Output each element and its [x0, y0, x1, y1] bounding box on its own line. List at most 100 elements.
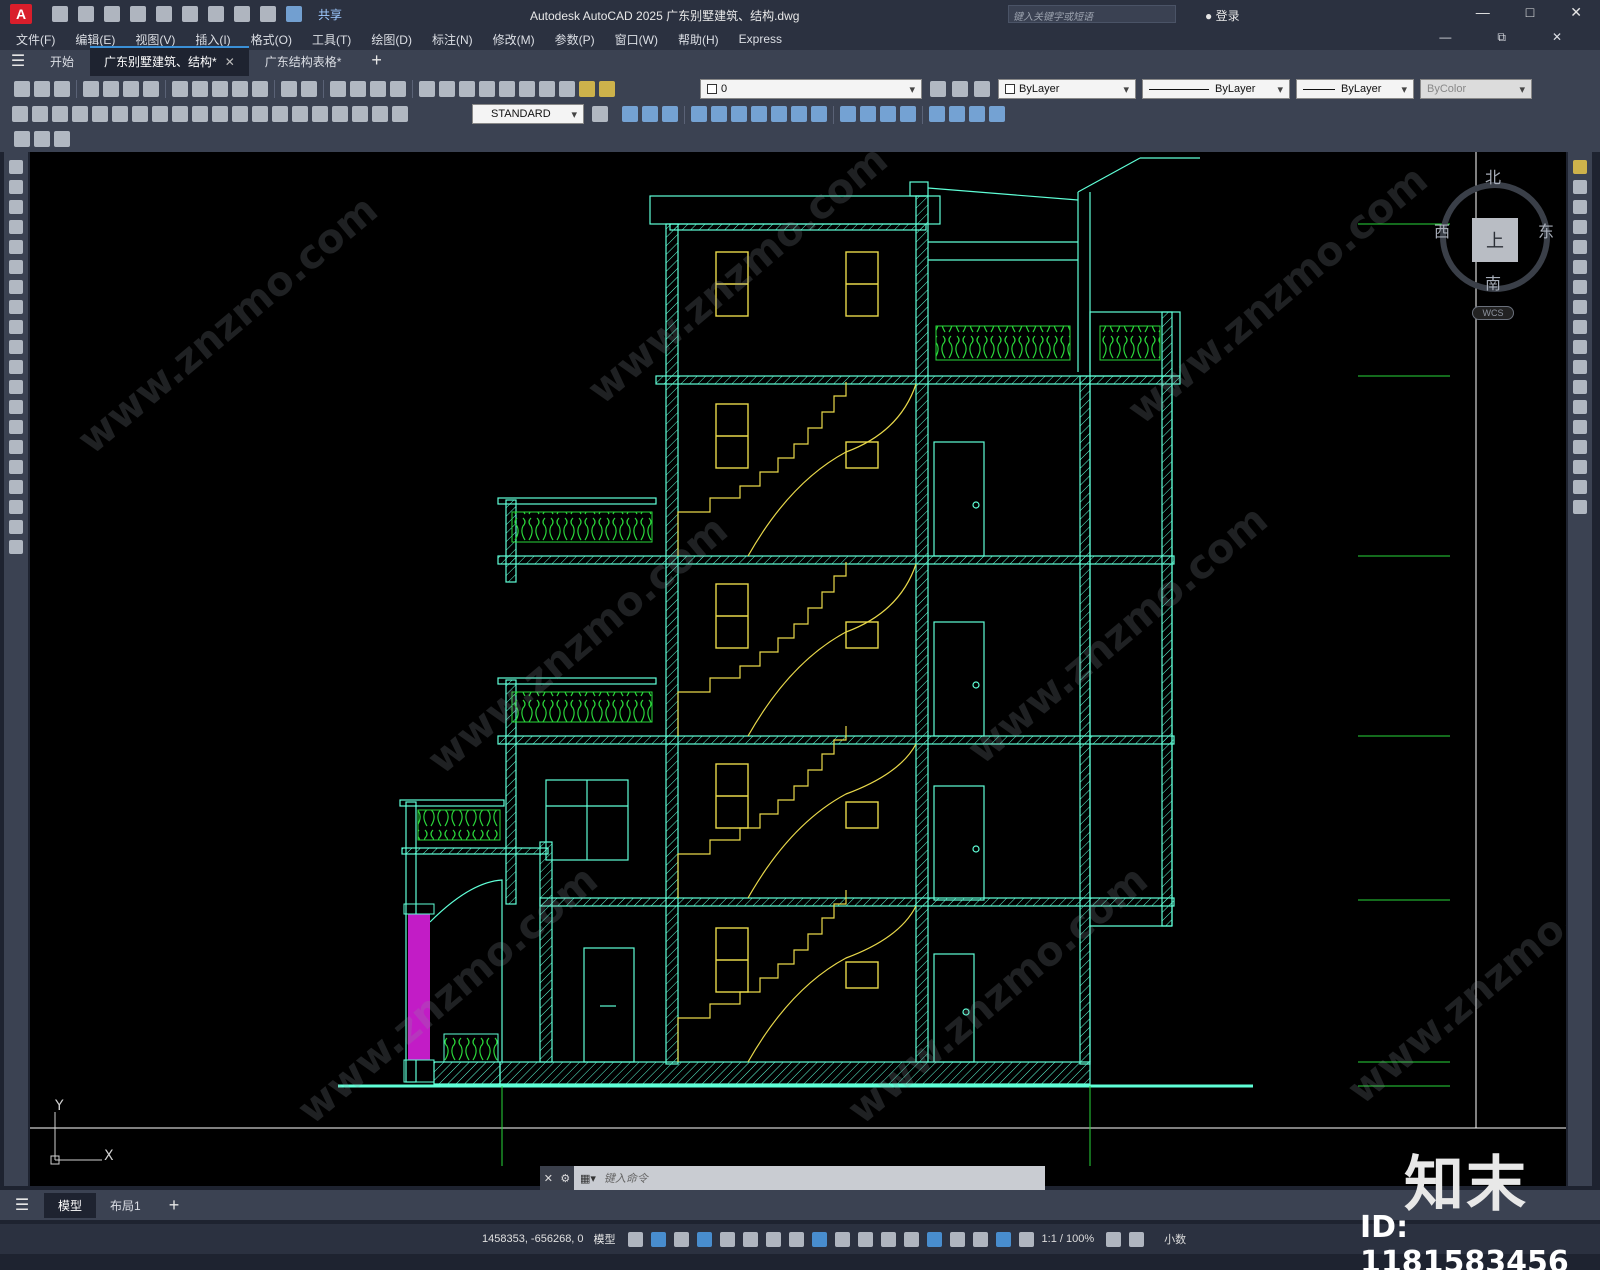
- rectangle-icon[interactable]: [9, 240, 23, 254]
- color-dropdown[interactable]: ByLayer ▾: [998, 79, 1136, 99]
- stretch-icon[interactable]: [791, 106, 807, 122]
- region-icon[interactable]: [9, 480, 23, 494]
- cut-icon[interactable]: [172, 81, 188, 97]
- move-icon[interactable]: [731, 106, 747, 122]
- copy-object-icon[interactable]: [642, 106, 658, 122]
- annotation-visibility-icon[interactable]: [995, 1231, 1011, 1247]
- offset-tool-icon[interactable]: [1573, 220, 1587, 234]
- join-tool-icon[interactable]: [1573, 420, 1587, 434]
- array-icon[interactable]: [711, 106, 727, 122]
- properties-icon[interactable]: [419, 81, 435, 97]
- fillet-icon[interactable]: [929, 106, 945, 122]
- plot-icon[interactable]: [208, 6, 224, 22]
- pan-icon[interactable]: [330, 81, 346, 97]
- arc-icon[interactable]: [9, 260, 23, 274]
- diameter-icon[interactable]: [132, 106, 148, 122]
- wcs-menu[interactable]: WCS: [1472, 306, 1514, 320]
- compass-east[interactable]: 东: [1538, 218, 1554, 242]
- erase-icon[interactable]: [622, 106, 638, 122]
- doc-close-icon[interactable]: ✕: [1552, 30, 1562, 45]
- open-file-icon[interactable]: [78, 6, 94, 22]
- close-command-icon[interactable]: ✕: [544, 1172, 553, 1185]
- arc-length-icon[interactable]: [52, 106, 68, 122]
- model-space-button[interactable]: 模型: [594, 1231, 616, 1247]
- new-tab-icon[interactable]: +: [357, 50, 396, 76]
- radius-icon[interactable]: [92, 106, 108, 122]
- share-icon[interactable]: [286, 6, 302, 22]
- design-center-icon[interactable]: [439, 81, 455, 97]
- point-icon[interactable]: [9, 420, 23, 434]
- chamfer-tool-icon[interactable]: [1573, 440, 1587, 454]
- snap-icon[interactable]: [650, 1231, 666, 1247]
- layer-on-icon[interactable]: [579, 81, 595, 97]
- calculator-icon[interactable]: [519, 81, 535, 97]
- menu-item-view[interactable]: 视图(V): [135, 31, 175, 48]
- menu-item-help[interactable]: 帮助(H): [678, 31, 719, 48]
- markup-icon[interactable]: [499, 81, 515, 97]
- login-button[interactable]: ● 登录: [1205, 7, 1240, 24]
- annotation-monitor-icon[interactable]: [1129, 1231, 1145, 1247]
- mirror-icon[interactable]: [662, 106, 678, 122]
- zoom-window-icon[interactable]: [370, 81, 386, 97]
- menu-item-format[interactable]: 格式(O): [251, 31, 292, 48]
- zoom-previous-icon[interactable]: [390, 81, 406, 97]
- layer-states-icon[interactable]: [974, 81, 990, 97]
- plotstyle-dropdown[interactable]: ByColor ▾: [1420, 79, 1532, 99]
- layer-match-icon[interactable]: [54, 131, 70, 147]
- dim-space-icon[interactable]: [232, 106, 248, 122]
- linear-dim-icon[interactable]: [12, 106, 28, 122]
- angular-icon[interactable]: [152, 106, 168, 122]
- transparency-icon[interactable]: [857, 1231, 873, 1247]
- join-icon[interactable]: [880, 106, 896, 122]
- chamfer-icon[interactable]: [900, 106, 916, 122]
- break-tool-icon[interactable]: [1573, 400, 1587, 414]
- dim-break-icon[interactable]: [252, 106, 268, 122]
- plot-preview-icon[interactable]: [103, 81, 119, 97]
- publish-icon[interactable]: [123, 81, 139, 97]
- revision-cloud-icon[interactable]: [9, 300, 23, 314]
- menu-item-dimension[interactable]: 标注(N): [432, 31, 473, 48]
- object-snap-icon[interactable]: [811, 1231, 827, 1247]
- linetype-dropdown[interactable]: ByLayer ▾: [1142, 79, 1290, 99]
- dynamic-ucs-icon[interactable]: [926, 1231, 942, 1247]
- workspace-icon[interactable]: [1106, 1231, 1122, 1247]
- gizmo-icon[interactable]: [972, 1231, 988, 1247]
- menu-item-express[interactable]: Express: [739, 32, 782, 46]
- break-point-icon[interactable]: [1573, 380, 1587, 394]
- center-mark-icon[interactable]: [292, 106, 308, 122]
- ortho-icon[interactable]: [719, 1231, 735, 1247]
- dynamic-input-icon[interactable]: [696, 1231, 712, 1247]
- blend-icon[interactable]: [969, 106, 985, 122]
- insert-block-icon[interactable]: [14, 131, 30, 147]
- menu-item-draw[interactable]: 绘图(D): [371, 31, 412, 48]
- tab-villa-drawing[interactable]: 广东别墅建筑、结构* ✕: [90, 46, 249, 76]
- menu-item-insert[interactable]: 插入(I): [195, 31, 230, 48]
- viewcube-top-face[interactable]: 上: [1472, 218, 1518, 262]
- insert-icon[interactable]: [9, 380, 23, 394]
- match-properties-icon[interactable]: [232, 81, 248, 97]
- redo-icon[interactable]: [260, 6, 276, 22]
- infer-constraints-icon[interactable]: [673, 1231, 689, 1247]
- make-block-icon[interactable]: [34, 131, 50, 147]
- add-selected-icon[interactable]: [9, 540, 23, 554]
- auto-scale-icon[interactable]: [1018, 1231, 1034, 1247]
- undo-icon[interactable]: [234, 6, 250, 22]
- offset-icon[interactable]: [691, 106, 707, 122]
- doc-restore-icon[interactable]: ⧉: [1497, 30, 1506, 45]
- rotate-icon[interactable]: [751, 106, 767, 122]
- 3d-osnap-icon[interactable]: [903, 1231, 919, 1247]
- tab-layout1[interactable]: 布局1: [96, 1193, 155, 1218]
- scale-icon[interactable]: [771, 106, 787, 122]
- group-icon[interactable]: [989, 106, 1005, 122]
- layer-dropdown[interactable]: 0 ▾: [700, 79, 922, 99]
- sheet-set-icon[interactable]: [479, 81, 495, 97]
- inspection-icon[interactable]: [312, 106, 328, 122]
- open-web-icon[interactable]: [156, 6, 172, 22]
- compass-west[interactable]: 西: [1434, 218, 1450, 242]
- add-layout-icon[interactable]: +: [155, 1195, 194, 1216]
- dim-text-edit-icon[interactable]: [372, 106, 388, 122]
- circle-icon[interactable]: [9, 280, 23, 294]
- search-input[interactable]: 键入关键字或短语: [1008, 5, 1176, 23]
- polar-icon[interactable]: [742, 1231, 758, 1247]
- object-snap-tracking-icon[interactable]: [788, 1231, 804, 1247]
